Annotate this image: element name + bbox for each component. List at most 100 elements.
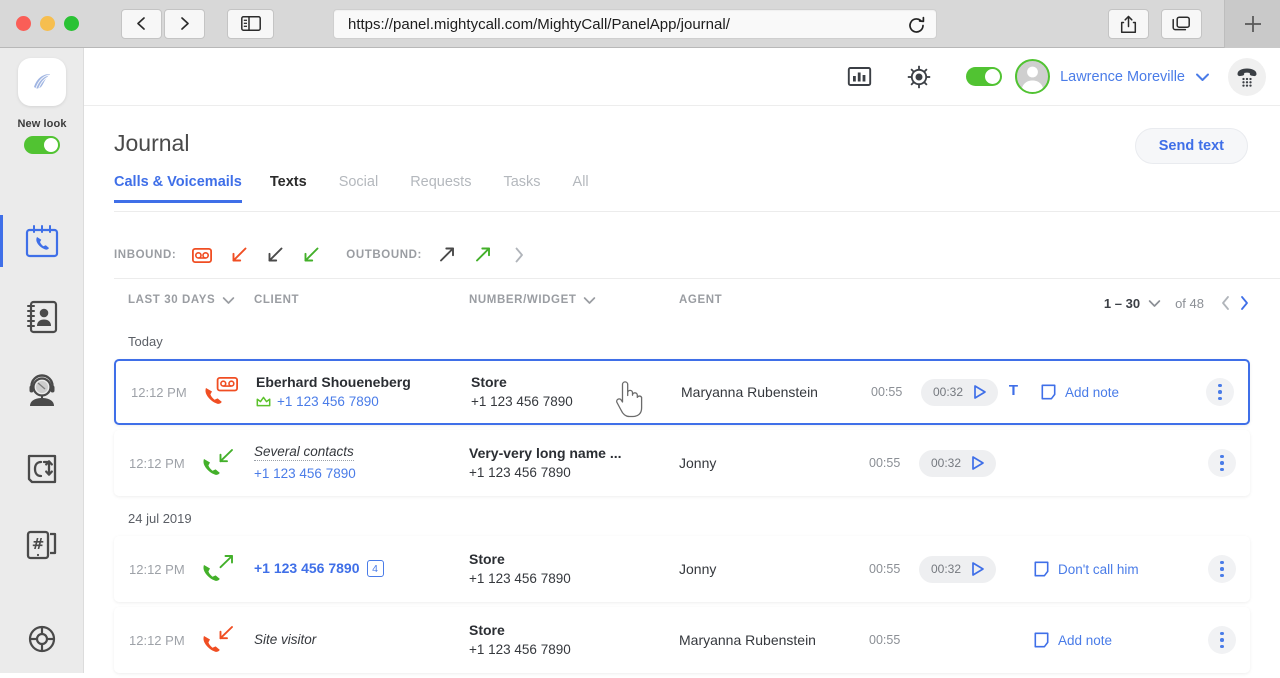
sidebar-item-numbers[interactable]: # xyxy=(0,507,84,583)
filter-voicemail-icon[interactable] xyxy=(192,247,213,263)
filters-divider xyxy=(114,278,1280,279)
row-widget-name: Store xyxy=(471,374,507,390)
back-button[interactable] xyxy=(121,8,162,39)
column-header-client-label: CLIENT xyxy=(254,294,300,306)
outbound-filter-label: OUTBOUND: xyxy=(346,249,422,261)
sidebar-item-help[interactable] xyxy=(0,623,84,655)
sidebar-item-journal[interactable] xyxy=(0,203,84,279)
table-row[interactable]: 12:12 PM Several contacts +1 123 456 789… xyxy=(114,430,1250,496)
row-widget: Store +1 123 456 7890 xyxy=(469,550,669,588)
filter-answered-call-icon[interactable] xyxy=(302,246,320,264)
call-flow-routing-icon xyxy=(27,454,57,484)
svg-text:#: # xyxy=(32,535,45,553)
maximize-window-button[interactable] xyxy=(64,16,79,31)
availability-toggle[interactable] xyxy=(966,67,1003,86)
sidebar-toggle-button[interactable] xyxy=(227,8,274,39)
tab-texts[interactable]: Texts xyxy=(270,174,339,203)
sidebar-item-contacts[interactable] xyxy=(0,279,84,355)
play-icon[interactable] xyxy=(972,384,987,400)
minimize-window-button[interactable] xyxy=(40,16,55,31)
pagination-next-icon[interactable] xyxy=(1239,295,1250,311)
note-icon xyxy=(1041,384,1056,400)
chevron-down-icon[interactable] xyxy=(1148,299,1161,308)
contacts-book-icon xyxy=(27,300,58,334)
kebab-menu-icon xyxy=(1206,378,1234,406)
add-note-button[interactable]: Add note xyxy=(1034,632,1112,648)
new-tab-button[interactable] xyxy=(1224,0,1280,48)
tab-tasks[interactable]: Tasks xyxy=(503,174,572,203)
lifebuoy-help-icon xyxy=(28,625,56,653)
tab-all[interactable]: All xyxy=(573,174,621,203)
new-look-toggle[interactable] xyxy=(24,136,60,154)
filters-more-button[interactable] xyxy=(514,246,525,264)
tab-calls-voicemails[interactable]: Calls & Voicemails xyxy=(114,174,270,203)
add-note-label: Add note xyxy=(1065,384,1120,400)
filter-outbound-unanswered-icon[interactable] xyxy=(438,246,456,264)
transcript-button[interactable]: T xyxy=(1006,382,1021,403)
tabs-divider xyxy=(114,211,1280,212)
row-widget-name: Very-very long name ... xyxy=(469,445,622,461)
chevron-right-icon xyxy=(515,247,523,263)
avatar[interactable] xyxy=(1015,59,1051,94)
filter-outbound-answered-icon[interactable] xyxy=(474,246,492,264)
browser-nav-group xyxy=(121,8,205,39)
show-tabs-button[interactable] xyxy=(1161,9,1202,39)
row-client-number[interactable]: +1 123 456 7890 xyxy=(254,560,360,576)
reload-button[interactable] xyxy=(905,14,927,36)
send-text-button[interactable]: Send text xyxy=(1134,128,1248,164)
add-note-button[interactable]: Add note xyxy=(1041,384,1119,400)
row-menu-button[interactable] xyxy=(1208,626,1236,654)
row-client-number[interactable]: +1 123 456 7890 xyxy=(254,464,454,483)
close-window-button[interactable] xyxy=(16,16,31,31)
column-header-agent-label: AGENT xyxy=(679,294,723,306)
row-client-name[interactable]: Several contacts xyxy=(254,443,354,461)
new-look-switcher[interactable]: New look xyxy=(0,118,84,154)
table-row[interactable]: 12:12 PM Site visitor Store +1 123 456 7… xyxy=(114,607,1250,673)
tab-social[interactable]: Social xyxy=(339,174,411,203)
dialpad-button[interactable] xyxy=(1228,57,1266,96)
pagination-prev-icon[interactable] xyxy=(1220,295,1231,311)
pagination-range[interactable]: 1 – 30 xyxy=(1104,296,1140,311)
tab-requests[interactable]: Requests xyxy=(410,174,503,203)
browser-right-actions xyxy=(1108,0,1280,48)
table-row[interactable]: 12:12 PM +1 123 456 7890 4 Store +1 123 4… xyxy=(114,536,1250,602)
row-widget-name: Store xyxy=(469,622,505,638)
row-menu-button[interactable] xyxy=(1208,555,1236,583)
row-menu-button[interactable] xyxy=(1206,378,1234,406)
row-client: Eberhard Shoueneberg +1 123 456 7890 xyxy=(256,373,456,411)
row-actions: Don't call him xyxy=(1034,561,1139,577)
column-header-number-widget[interactable]: NUMBER/WIDGET xyxy=(469,294,596,306)
note-icon xyxy=(1034,561,1049,577)
journal-page: Journal Send text Calls & Voicemails Tex… xyxy=(84,106,1280,673)
note-button[interactable]: Don't call him xyxy=(1034,561,1139,577)
row-widget: Very-very long name ... +1 123 456 7890 xyxy=(469,444,669,482)
play-icon[interactable] xyxy=(970,455,985,471)
address-bar[interactable]: https://panel.mightycall.com/MightyCall/… xyxy=(333,9,937,39)
user-name[interactable]: Lawrence Moreville xyxy=(1060,69,1185,85)
filter-missed-call-icon[interactable] xyxy=(230,246,248,264)
table-row[interactable]: 12:12 PM Eberhard Shoueneberg +1 123 456… xyxy=(114,359,1250,425)
play-icon[interactable] xyxy=(970,561,985,577)
sidebar-item-call-flow[interactable] xyxy=(0,431,84,507)
row-play-control[interactable]: 00:32 xyxy=(919,449,997,477)
forward-button[interactable] xyxy=(164,8,205,39)
filter-declined-call-icon[interactable] xyxy=(266,246,284,264)
column-header-date[interactable]: LAST 30 DAYS xyxy=(128,294,235,306)
share-button[interactable] xyxy=(1108,9,1149,39)
row-widget-number: +1 123 456 7890 xyxy=(469,642,571,657)
row-client-name: Eberhard Shoueneberg xyxy=(256,374,411,390)
row-client-number[interactable]: +1 123 456 7890 xyxy=(277,392,379,411)
row-play-control[interactable]: 00:32 xyxy=(921,378,999,406)
row-menu-button[interactable] xyxy=(1208,449,1236,477)
app-logo[interactable] xyxy=(18,58,66,106)
inbound-missed-call-icon xyxy=(203,626,233,652)
journal-calendar-phone-icon xyxy=(25,225,59,258)
user-menu-caret[interactable] xyxy=(1195,72,1210,82)
sidebar-item-agents[interactable] xyxy=(0,355,84,431)
agent-headset-icon xyxy=(29,374,55,406)
left-rail: New look # xyxy=(0,48,84,673)
row-play-control[interactable]: 00:32 xyxy=(919,555,997,583)
column-header-client: CLIENT xyxy=(254,294,299,306)
settings-button[interactable] xyxy=(906,64,932,90)
analytics-button[interactable] xyxy=(847,64,872,89)
